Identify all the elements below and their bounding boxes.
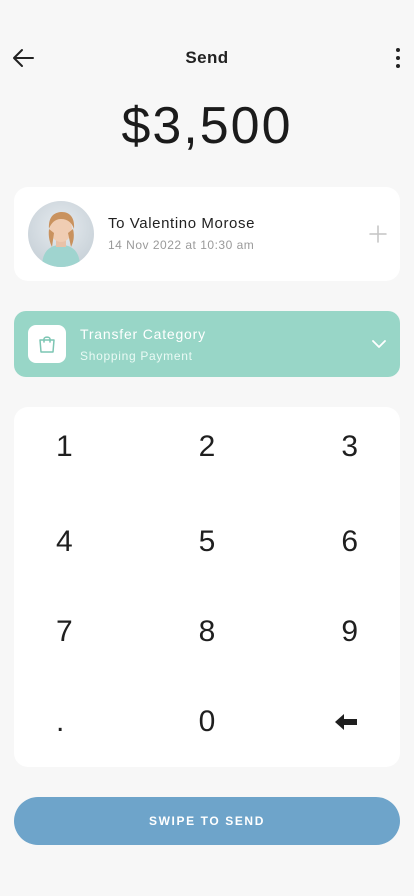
vertical-dots-icon — [396, 48, 400, 52]
backspace-button[interactable] — [271, 677, 400, 767]
key-0[interactable]: 0 — [143, 677, 272, 767]
number-keypad: 1 2 3 4 5 6 7 8 9 . 0 — [14, 407, 400, 767]
plus-icon — [369, 225, 387, 243]
avatar — [28, 201, 94, 267]
swipe-to-send-button[interactable]: SWIPE TO SEND — [14, 797, 400, 845]
amount-display: $3,500 — [121, 97, 293, 155]
transfer-category-selector[interactable]: Transfer Category Shopping Payment — [14, 311, 400, 377]
page-title: Send — [185, 48, 229, 67]
more-options-button[interactable] — [390, 45, 406, 71]
shopping-bag-icon — [39, 336, 55, 353]
category-subtitle: Shopping Payment — [80, 349, 193, 363]
transaction-date: 14 Nov 2022 at 10:30 am — [108, 238, 255, 252]
header: Send — [0, 36, 414, 80]
category-icon-container — [28, 325, 66, 363]
recipient-name: To Valentino Morose — [108, 215, 256, 232]
key-6[interactable]: 6 — [271, 497, 400, 587]
key-1[interactable]: 1 — [14, 407, 143, 497]
key-4[interactable]: 4 — [14, 497, 143, 587]
category-title: Transfer Category — [80, 326, 206, 342]
key-5[interactable]: 5 — [143, 497, 272, 587]
add-recipient-button[interactable] — [368, 224, 388, 244]
key-7[interactable]: 7 — [14, 587, 143, 677]
key-3[interactable]: 3 — [271, 407, 400, 497]
backspace-arrow-icon — [335, 714, 357, 730]
chevron-down-icon — [372, 340, 386, 348]
key-decimal[interactable]: . — [14, 677, 143, 767]
key-2[interactable]: 2 — [143, 407, 272, 497]
key-8[interactable]: 8 — [143, 587, 272, 677]
key-9[interactable]: 9 — [271, 587, 400, 677]
recipient-card[interactable]: To Valentino Morose 14 Nov 2022 at 10:30… — [14, 187, 400, 281]
